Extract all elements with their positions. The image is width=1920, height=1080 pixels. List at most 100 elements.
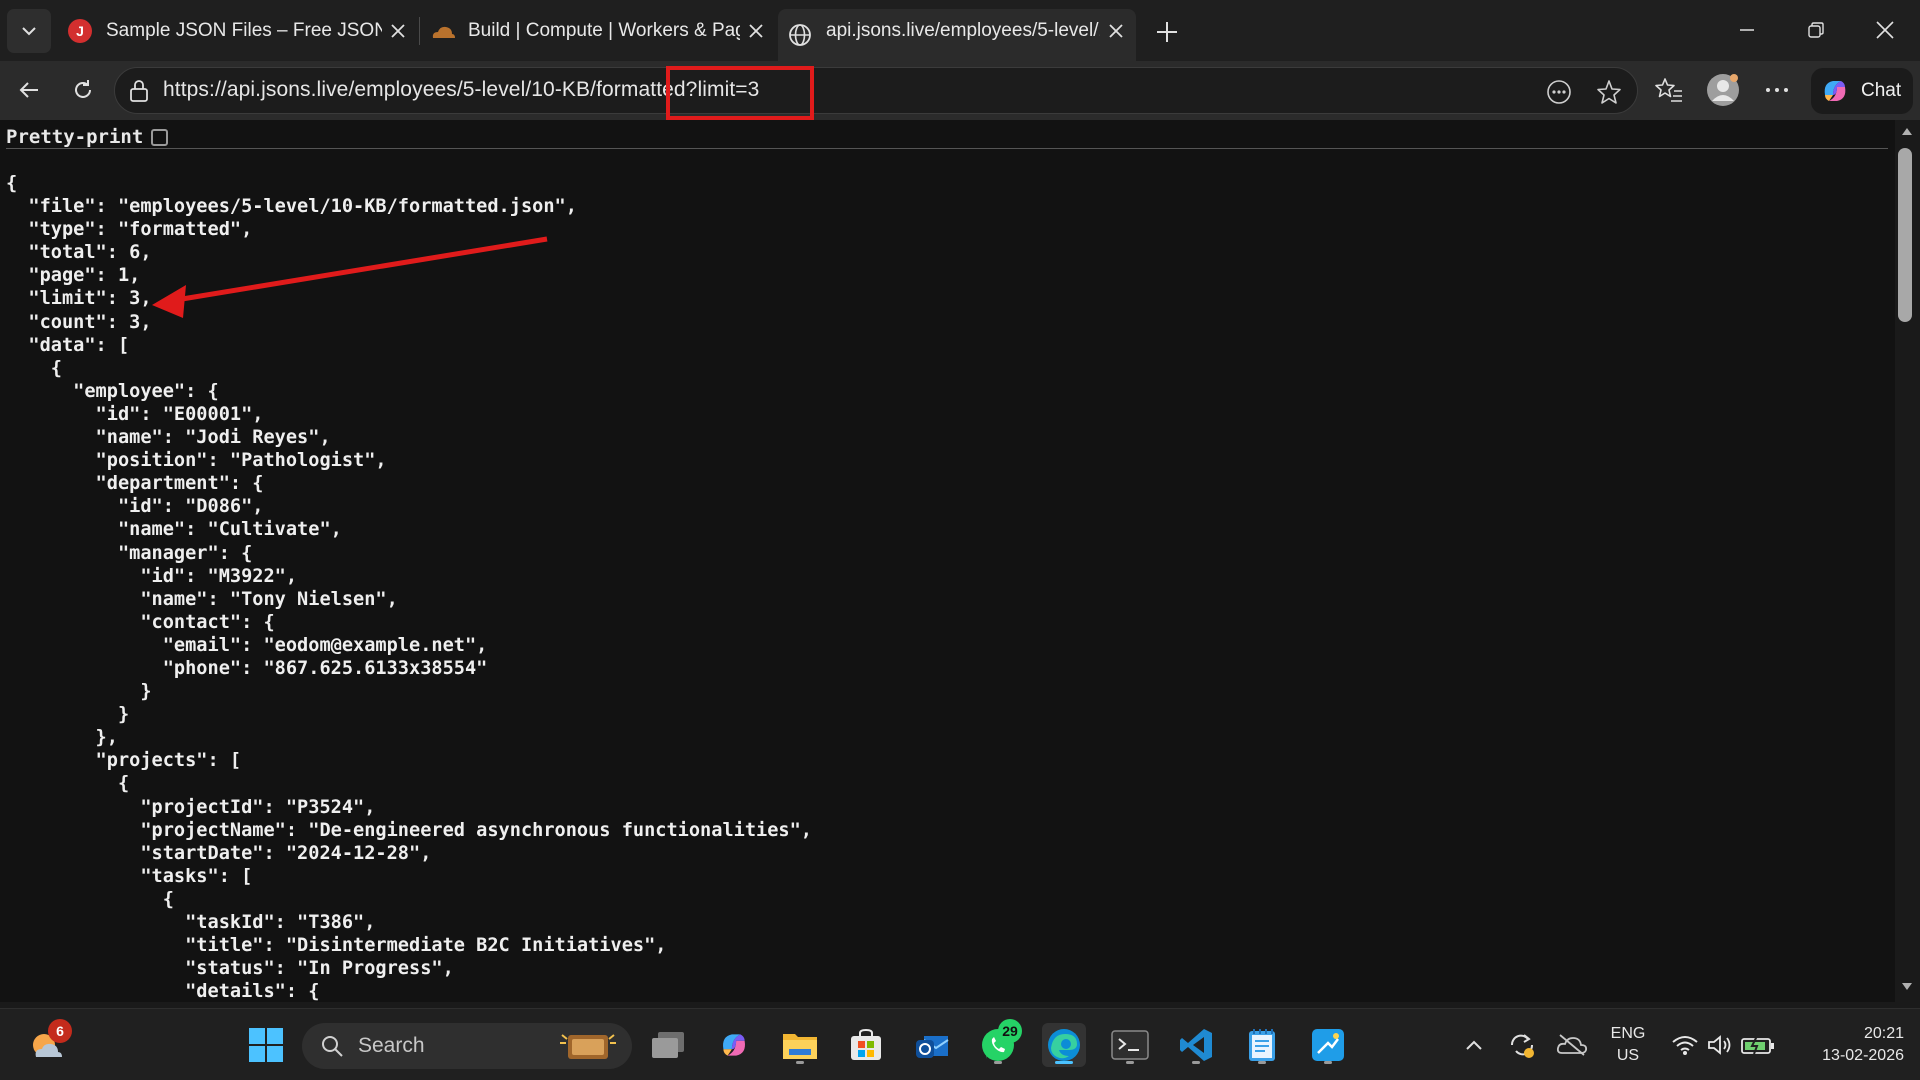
running-indicator [994, 1061, 1002, 1064]
cloud-off-icon [1556, 1034, 1588, 1056]
pretty-print-toggle[interactable]: Pretty-print [6, 124, 169, 150]
weather-badge: 6 [48, 1019, 72, 1043]
tab-separator [419, 17, 420, 45]
tab-sample-json[interactable]: J Sample JSON Files – Free JSON Ex [68, 9, 408, 53]
scroll-up-arrow-icon[interactable] [1901, 126, 1913, 136]
close-icon[interactable] [388, 21, 408, 41]
tab-actions-menu-button[interactable] [7, 9, 51, 53]
refresh-icon [75, 80, 91, 98]
url-highlight-annotation [666, 66, 814, 120]
close-window-button[interactable] [1862, 8, 1908, 52]
outlook-button[interactable] [910, 1023, 954, 1067]
sync-icon [1510, 1034, 1534, 1058]
language-indicator[interactable]: ENG US [1604, 1023, 1652, 1067]
navigation-toolbar: https://api.jsons.live/employees/5-level… [0, 61, 1920, 120]
outlook-icon [916, 1036, 949, 1058]
edge-icon [1048, 1029, 1080, 1061]
back-button[interactable] [8, 69, 50, 111]
windows-taskbar: 6 Search 29 ENG US 20:21 13-02-2026 [0, 1008, 1920, 1080]
tab-label: api.jsons.live/employees/5-level/1( [826, 20, 1100, 41]
notepad-icon [1249, 1029, 1275, 1061]
more-circle-icon [1547, 80, 1571, 104]
minimize-icon [1740, 29, 1754, 31]
star-icon [1597, 80, 1621, 104]
system-clock[interactable]: 20:21 13-02-2026 [1792, 1023, 1904, 1067]
windows-logo-icon [249, 1028, 283, 1062]
clock-date: 13-02-2026 [1822, 1047, 1904, 1064]
favorites-list-icon [1655, 78, 1682, 102]
profile-button[interactable] [1702, 69, 1744, 111]
new-tab-button[interactable] [1147, 12, 1187, 52]
lock-icon[interactable] [129, 79, 149, 108]
copilot-chat-button[interactable]: Chat [1811, 68, 1913, 114]
red-j-icon: J [68, 19, 92, 43]
ellipsis-icon [1766, 88, 1788, 92]
sync-status-button[interactable] [1502, 1023, 1542, 1067]
active-indicator [1055, 1061, 1073, 1064]
restore-icon [1808, 22, 1824, 38]
terminal-button[interactable] [1108, 1023, 1152, 1067]
scroll-down-arrow-icon[interactable] [1901, 982, 1913, 992]
globe-icon [788, 23, 812, 47]
restore-button[interactable] [1793, 8, 1839, 52]
vscode-button[interactable] [1174, 1023, 1218, 1067]
paint-button[interactable] [1306, 1023, 1350, 1067]
pretty-print-label: Pretty-print [6, 126, 144, 148]
clock-time: 20:21 [1863, 1025, 1904, 1042]
wifi-icon [1672, 1036, 1698, 1055]
close-icon [1876, 21, 1894, 39]
tab-label: Build | Compute | Workers & Page [468, 20, 740, 41]
chat-label: Chat [1861, 80, 1902, 101]
onedrive-status-button[interactable] [1552, 1023, 1592, 1067]
running-indicator [1192, 1061, 1200, 1064]
quick-settings-button[interactable] [1664, 1023, 1782, 1067]
store-icon [851, 1028, 881, 1060]
arrow-left-icon [19, 82, 38, 98]
running-indicator [1126, 1061, 1134, 1064]
cloudflare-icon [430, 23, 456, 39]
favorite-star-button[interactable] [1593, 77, 1625, 107]
running-indicator [1258, 1061, 1266, 1064]
tab-label: Sample JSON Files – Free JSON Ex [106, 20, 382, 41]
scrollbar-thumb[interactable] [1898, 148, 1912, 322]
edge-browser-button[interactable] [1042, 1023, 1086, 1067]
reload-button[interactable] [62, 69, 104, 111]
pretty-print-checkbox[interactable] [151, 128, 169, 146]
address-bar[interactable]: https://api.jsons.live/employees/5-level… [114, 67, 1638, 114]
language-code: ENG [1610, 1025, 1646, 1042]
folder-icon [783, 1034, 817, 1059]
task-view-button[interactable] [646, 1023, 690, 1067]
tab-api-jsons-live[interactable]: api.jsons.live/employees/5-level/1( [778, 9, 1136, 61]
task-view-icon [652, 1032, 684, 1058]
volume-icon [1708, 1035, 1731, 1055]
region-code: US [1616, 1047, 1640, 1064]
settings-and-more-button[interactable] [1756, 69, 1798, 111]
close-icon[interactable] [1106, 21, 1126, 41]
copilot-icon [723, 1034, 745, 1056]
paint-icon [1312, 1029, 1344, 1061]
terminal-icon [1111, 1030, 1149, 1060]
vscode-icon [1180, 1029, 1212, 1061]
notepad-button[interactable] [1240, 1023, 1284, 1067]
tab-cloudflare-workers[interactable]: Build | Compute | Workers & Page [430, 9, 766, 53]
chevron-down-icon [22, 27, 36, 36]
page-content: Pretty-print { "file": "employees/5-leve… [0, 120, 1920, 1008]
close-icon[interactable] [746, 21, 766, 41]
file-explorer-button[interactable] [778, 1023, 822, 1067]
taskbar-search-box[interactable]: Search [302, 1023, 632, 1069]
reading-view-button[interactable] [1543, 77, 1575, 107]
tab-strip: J Sample JSON Files – Free JSON Ex Build… [0, 0, 1920, 61]
microsoft-store-button[interactable] [844, 1023, 888, 1067]
favorites-button[interactable] [1648, 69, 1690, 111]
search-placeholder: Search [358, 1034, 425, 1057]
battery-charging-icon [1741, 1035, 1774, 1055]
copilot-icon [1824, 81, 1846, 101]
plus-icon [1157, 22, 1177, 42]
search-highlight-icon [560, 1034, 616, 1059]
copilot-app-button[interactable] [712, 1023, 756, 1067]
json-body: { "file": "employees/5-level/10-KB/forma… [6, 173, 812, 1003]
start-button[interactable] [244, 1023, 288, 1067]
minimize-button[interactable] [1724, 8, 1770, 52]
show-hidden-icons-button[interactable] [1458, 1023, 1490, 1067]
search-icon [322, 1036, 343, 1057]
